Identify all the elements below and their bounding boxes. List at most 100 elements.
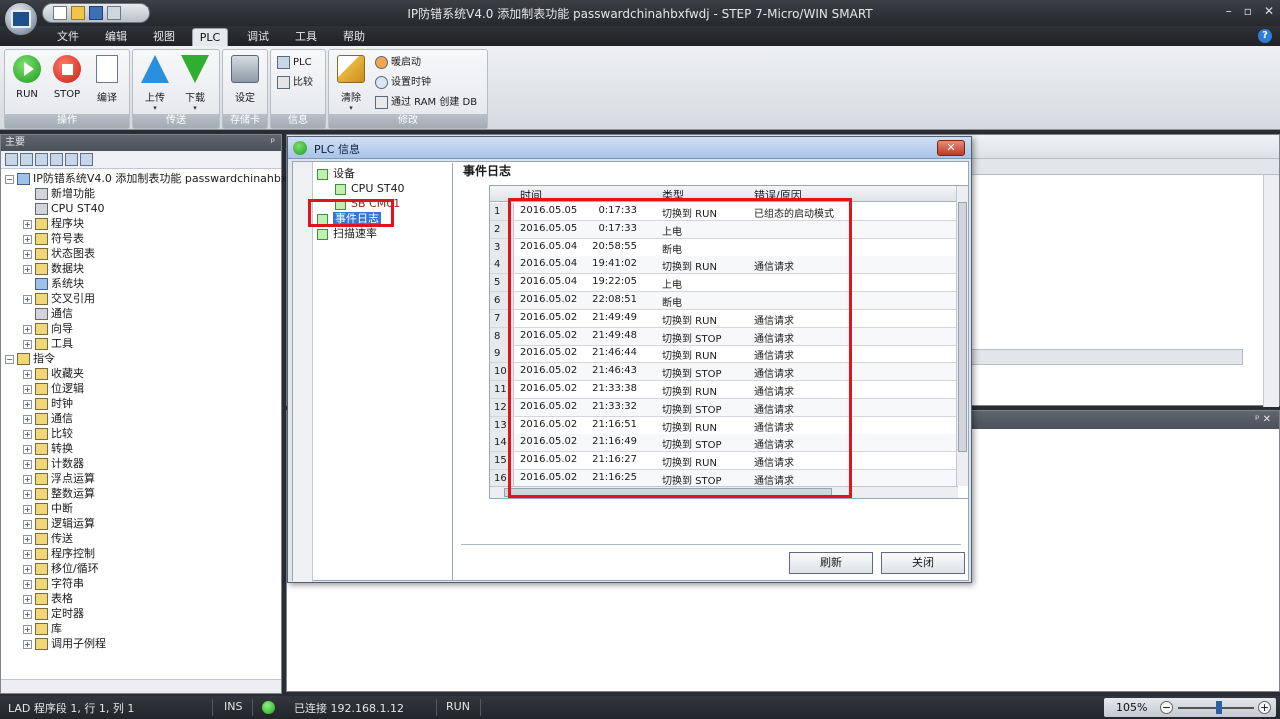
expand-icon[interactable]: +: [23, 249, 32, 259]
expand-icon[interactable]: +: [23, 489, 32, 499]
tab-debug[interactable]: 调试: [240, 28, 276, 46]
zoom-in-icon[interactable]: +: [1258, 701, 1271, 714]
tree-device[interactable]: 设备: [317, 166, 355, 181]
tree-instruction[interactable]: + 整数运算: [23, 486, 95, 501]
tree-instruction[interactable]: + 程序控制: [23, 546, 95, 561]
download-button[interactable]: 下载 ▾: [177, 53, 213, 112]
tree-instruction[interactable]: + 时钟: [23, 396, 73, 411]
expand-icon[interactable]: +: [23, 264, 32, 274]
collapse-icon[interactable]: −: [5, 174, 14, 184]
expand-icon[interactable]: +: [23, 369, 32, 379]
tab-tools[interactable]: 工具: [288, 28, 324, 46]
expand-icon[interactable]: +: [23, 624, 32, 634]
tree-instruction[interactable]: + 库: [23, 621, 62, 636]
warm-start-button[interactable]: 暖启动: [375, 54, 421, 72]
table-vertical-scrollbar[interactable]: [956, 186, 968, 486]
tree-instruction[interactable]: + 传送: [23, 531, 73, 546]
plc-info-button[interactable]: PLC: [277, 54, 312, 72]
expand-icon[interactable]: +: [23, 609, 32, 619]
tab-edit[interactable]: 编辑: [98, 28, 134, 46]
tree-project-root[interactable]: − IP防错系统V4.0 添加制表功能 passwardchinahbxfwdj: [5, 171, 310, 186]
tree-item[interactable]: 系统块: [23, 276, 84, 291]
tree-item[interactable]: 新增功能: [23, 186, 95, 201]
copy-icon[interactable]: [50, 153, 63, 166]
expand-icon[interactable]: +: [23, 414, 32, 424]
expand-icon[interactable]: +: [23, 219, 32, 229]
tree-instruction[interactable]: + 通信: [23, 411, 73, 426]
set-clock-button[interactable]: 设置时钟: [375, 74, 431, 92]
tree-horizontal-scrollbar[interactable]: [1, 679, 281, 693]
expand-icon[interactable]: +: [23, 429, 32, 439]
expand-icon[interactable]: +: [23, 579, 32, 589]
tree-instruction[interactable]: + 字符串: [23, 576, 84, 591]
tab-plc[interactable]: PLC: [192, 28, 228, 47]
expand-icon[interactable]: +: [23, 549, 32, 559]
dialog-close-icon[interactable]: ✕: [937, 140, 965, 156]
tree-item[interactable]: + 交叉引用: [23, 291, 95, 306]
tree-instruction[interactable]: + 移位/循环: [23, 561, 99, 576]
tree-item[interactable]: + 程序块: [23, 216, 84, 231]
tree-cpu[interactable]: CPU ST40: [335, 181, 405, 196]
expand-icon[interactable]: +: [23, 534, 32, 544]
expand-icon[interactable]: +: [23, 324, 32, 334]
expand-icon[interactable]: +: [23, 639, 32, 649]
create-db-button[interactable]: 通过 RAM 创建 DB: [375, 94, 477, 112]
tree-item[interactable]: 通信: [23, 306, 73, 321]
tree-instruction[interactable]: + 比较: [23, 426, 73, 441]
expand-icon[interactable]: +: [23, 519, 32, 529]
tab-view[interactable]: 视图: [146, 28, 182, 46]
expand-icon[interactable]: +: [23, 459, 32, 469]
paste-icon[interactable]: [65, 153, 78, 166]
expand-icon[interactable]: +: [23, 594, 32, 604]
zoom-out-icon[interactable]: −: [1160, 701, 1173, 714]
close-button[interactable]: 关闭: [881, 552, 965, 574]
tree-item[interactable]: CPU ST40: [23, 201, 105, 216]
tree-instruction[interactable]: + 逻辑运算: [23, 516, 95, 531]
tree-instruction[interactable]: + 中断: [23, 501, 73, 516]
scroll-thumb[interactable]: [958, 202, 967, 452]
tab-help[interactable]: 帮助: [336, 28, 372, 46]
app-menu-button[interactable]: [4, 2, 38, 36]
doc-icon[interactable]: [35, 153, 48, 166]
expand-icon[interactable]: +: [23, 234, 32, 244]
tree-instructions-root[interactable]: − 指令: [5, 351, 55, 366]
restore-icon[interactable]: ▫: [1244, 4, 1252, 18]
tree-item[interactable]: + 数据块: [23, 261, 84, 276]
clear-button[interactable]: 清除 ▾: [333, 53, 369, 112]
close-icon[interactable]: ✕: [1264, 4, 1274, 18]
expand-icon[interactable]: +: [23, 504, 32, 514]
tree-instruction[interactable]: + 表格: [23, 591, 73, 606]
tree-instruction[interactable]: + 转换: [23, 441, 73, 456]
editor-vertical-scrollbar[interactable]: [1263, 175, 1279, 407]
tree-item[interactable]: + 向导: [23, 321, 73, 336]
var-panel-pin-close-icon[interactable]: ᵖ ✕: [1255, 411, 1271, 429]
monitor-icon[interactable]: [80, 153, 93, 166]
tree-instruction[interactable]: + 调用子例程: [23, 636, 106, 651]
tree-item[interactable]: + 工具: [23, 336, 73, 351]
minimize-icon[interactable]: –: [1226, 4, 1232, 18]
zoom-slider-thumb[interactable]: [1216, 701, 1222, 714]
tab-file[interactable]: 文件: [50, 28, 86, 46]
tree-instruction[interactable]: + 收藏夹: [23, 366, 84, 381]
expand-icon[interactable]: +: [23, 294, 32, 304]
expand-icon[interactable]: +: [23, 339, 32, 349]
expand-icon[interactable]: +: [23, 564, 32, 574]
compile-button[interactable]: 编译: [89, 53, 125, 111]
tree-item[interactable]: + 符号表: [23, 231, 84, 246]
run-button[interactable]: RUN: [9, 53, 45, 111]
tree-instruction[interactable]: + 浮点运算: [23, 471, 95, 486]
collapse-icon[interactable]: −: [5, 354, 14, 364]
settings-button[interactable]: 设定: [227, 53, 263, 111]
view-icon[interactable]: [5, 153, 18, 166]
tree-instruction[interactable]: + 定时器: [23, 606, 84, 621]
pin-icon[interactable]: ᵖ: [271, 135, 275, 151]
refresh-button[interactable]: 刷新: [789, 552, 873, 574]
tree-instruction[interactable]: + 计数器: [23, 456, 84, 471]
compare-button[interactable]: 比较: [277, 74, 313, 92]
expand-icon[interactable]: +: [23, 399, 32, 409]
expand-icon[interactable]: +: [23, 384, 32, 394]
expand-icon[interactable]: +: [23, 474, 32, 484]
expand-icon[interactable]: +: [23, 444, 32, 454]
tree-instruction[interactable]: + 位逻辑: [23, 381, 84, 396]
tree-scan-rate[interactable]: 扫描速率: [317, 226, 377, 241]
